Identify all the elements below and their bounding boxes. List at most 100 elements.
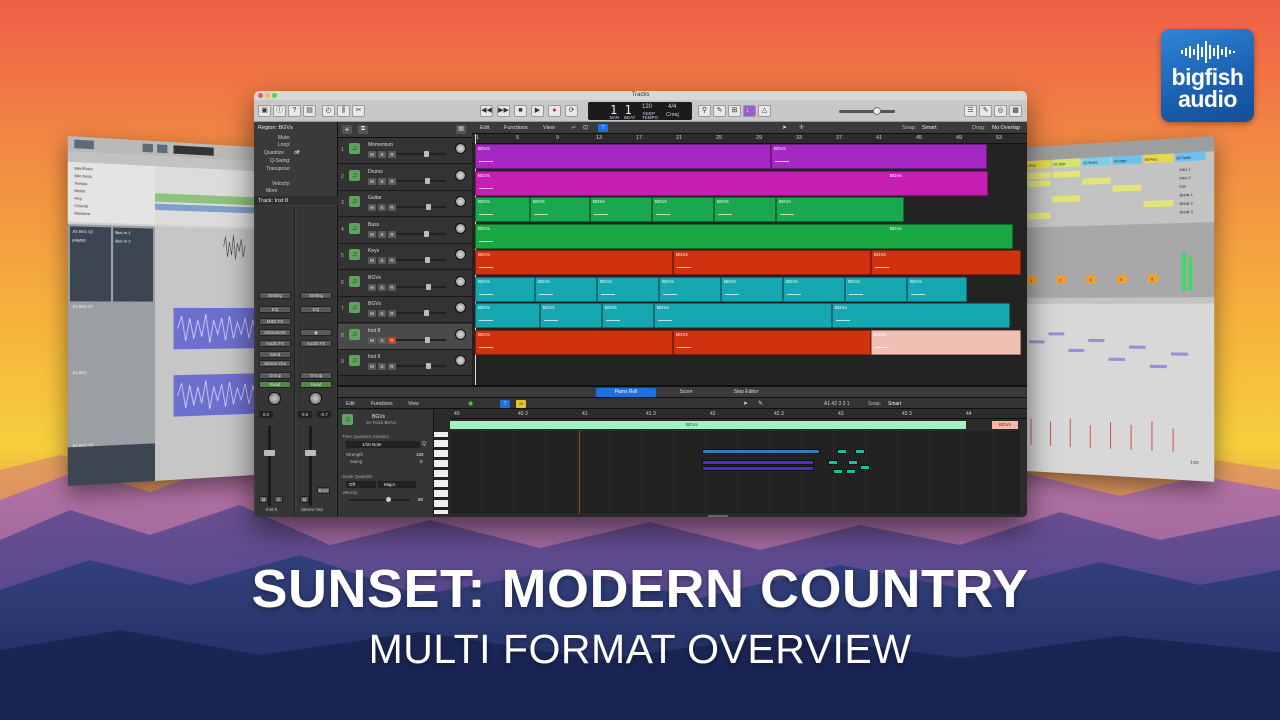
mute-button[interactable]: M — [368, 204, 376, 211]
strip-pan-knob[interactable] — [268, 392, 281, 405]
bar-ruler[interactable]: 1 5 9 13 17 21 25 29 33 37 41 45 49 53 — [472, 134, 1027, 144]
toolbar-button[interactable]: ▤ — [303, 105, 316, 117]
strip-group-button[interactable]: Group — [259, 372, 291, 379]
track-header[interactable]: 3 ♫ Guitar M S R — [338, 191, 472, 217]
region[interactable]: BGVs — [590, 197, 652, 222]
rewind-button[interactable]: ◀◀ — [480, 105, 493, 117]
solo-button[interactable]: S — [378, 204, 386, 211]
track-header[interactable]: 6 ♫ BGVs M S R — [338, 271, 472, 297]
track-name[interactable]: Keys — [368, 248, 379, 254]
region[interactable]: BGVs BGVs — [475, 171, 988, 196]
record-enable-button[interactable]: R — [388, 178, 396, 185]
volume-knob[interactable] — [426, 363, 431, 369]
loop-browser-button[interactable]: ◎ — [994, 105, 1007, 117]
out-mute-button[interactable]: M — [300, 496, 309, 503]
strip-eq-button[interactable]: EQ — [259, 306, 291, 313]
lcd-display[interactable]: 1 1 BAR BEAT 120 KEEP TEMPO 4/4 Cmaj — [588, 102, 692, 120]
out-pan-knob[interactable] — [309, 392, 322, 405]
velocity-value-editor[interactable]: 80 — [418, 497, 423, 502]
mute-button[interactable]: M — [368, 310, 376, 317]
region[interactable]: BGVs — [535, 277, 597, 302]
region[interactable]: BGVs — [597, 277, 659, 302]
region[interactable]: BGVs — [845, 277, 907, 302]
editor-scroll-thumb[interactable] — [708, 515, 728, 517]
out-group-button[interactable]: Group — [300, 372, 332, 379]
editor-region-bar[interactable]: BGVs — [450, 421, 966, 429]
mute-button[interactable]: M — [368, 257, 376, 264]
solo-button[interactable]: S — [378, 337, 386, 344]
solo-button[interactable]: S — [378, 231, 386, 238]
solo-button[interactable]: S — [378, 257, 386, 264]
strip-instrument-button[interactable]: Instrument — [259, 329, 291, 336]
region[interactable]: BGVs — [530, 197, 590, 222]
track-inspector-header[interactable]: Track: Inst 8 — [254, 196, 338, 205]
region[interactable]: BGVs — [673, 250, 871, 275]
catch-icon[interactable]: ▤ — [456, 125, 466, 134]
midi-note[interactable] — [855, 449, 865, 454]
out-fader-cap[interactable] — [305, 450, 316, 456]
forward-button[interactable]: ▶▶ — [497, 105, 510, 117]
editor-region-tag[interactable]: BGVs — [992, 421, 1018, 429]
pointer-tool-icon[interactable]: ➤ — [782, 124, 787, 131]
master-volume-slider[interactable] — [839, 110, 895, 113]
region[interactable]: BGVs — [673, 330, 871, 355]
record-enable-button[interactable]: R — [388, 310, 396, 317]
tuner-button[interactable]: ⚲ — [698, 105, 711, 117]
region[interactable]: BGVs BGVs — [475, 144, 771, 169]
editor-snap-dropdown[interactable]: Smart — [888, 401, 901, 407]
editor-catch-icon[interactable]: ⊤ — [500, 400, 510, 408]
track-header[interactable]: 8 ♫ Inst 8 MSR — [338, 324, 472, 350]
region[interactable]: BGVs — [907, 277, 967, 302]
track-name[interactable]: Bass — [368, 222, 379, 228]
record-enable-button[interactable]: R — [388, 284, 396, 291]
strip-fader[interactable] — [268, 426, 271, 506]
region[interactable]: BGVs — [771, 144, 987, 169]
out-eq-button[interactable]: EQ — [300, 306, 332, 313]
quick-help-button[interactable]: ? — [288, 105, 301, 117]
metronome-button[interactable]: ♩ — [743, 105, 756, 117]
mixer-button[interactable]: ⫼ — [337, 105, 350, 117]
tab-piano-roll[interactable]: Piano Roll — [596, 388, 656, 397]
arrange-view-menu[interactable]: View — [543, 125, 555, 131]
strip-setting-button[interactable]: Setting — [259, 292, 291, 299]
library-button[interactable]: ▣ — [258, 105, 271, 117]
pan-knob[interactable] — [455, 302, 466, 313]
strip-output-button[interactable]: Stereo Out — [259, 360, 291, 367]
track-header[interactable]: 5 ♫ Keys M S R — [338, 244, 472, 270]
track-name[interactable]: Drums — [368, 169, 383, 175]
volume-knob[interactable] — [426, 204, 431, 210]
region[interactable]: BGVs — [602, 303, 654, 328]
track-name[interactable]: Inst 8 — [368, 328, 380, 334]
track-header[interactable]: 4 ♫ Bass M S R — [338, 218, 472, 244]
volume-knob[interactable] — [425, 178, 430, 184]
region[interactable]: BGVs — [832, 303, 1010, 328]
editor-pointer-icon[interactable]: ➤ — [743, 400, 748, 407]
midi-in-icon[interactable]: ◉ — [468, 400, 473, 407]
pan-knob[interactable] — [455, 249, 466, 260]
catch-playhead-icon[interactable]: ⊤ — [598, 124, 608, 132]
swing-value[interactable]: 0 — [420, 459, 423, 464]
editor-ruler[interactable]: 40 40 3 41 41 3 42 42 3 43 43 3 44 — [450, 410, 1027, 419]
solo-button[interactable]: S — [378, 284, 386, 291]
region[interactable]: BGVs — [659, 277, 721, 302]
velocity-slider[interactable] — [348, 499, 410, 501]
solo-button[interactable]: S — [378, 310, 386, 317]
pan-knob[interactable] — [455, 196, 466, 207]
note-grid[interactable] — [450, 431, 1020, 514]
editor-pencil-icon[interactable]: ✎ — [758, 400, 763, 407]
midi-note[interactable] — [837, 449, 847, 454]
record-enable-button[interactable]: R — [388, 337, 396, 344]
cycle-button[interactable]: ⟳ — [565, 105, 578, 117]
region[interactable]: BGVs — [871, 330, 1021, 355]
tab-score[interactable]: Score — [656, 388, 716, 397]
global-tracks-icon[interactable]: ⧉ — [358, 125, 368, 134]
link-icon[interactable]: ∞ — [516, 400, 526, 408]
solo-button[interactable]: S — [378, 178, 386, 185]
arrange-edit-menu[interactable]: Edit — [480, 125, 489, 131]
region[interactable]: BGVs — [475, 330, 673, 355]
volume-slider[interactable] — [396, 259, 446, 261]
editor-view-menu[interactable]: View — [408, 401, 419, 407]
volume-slider[interactable] — [396, 233, 446, 235]
mute-button[interactable]: M — [368, 337, 376, 344]
out-fader[interactable] — [309, 426, 312, 506]
